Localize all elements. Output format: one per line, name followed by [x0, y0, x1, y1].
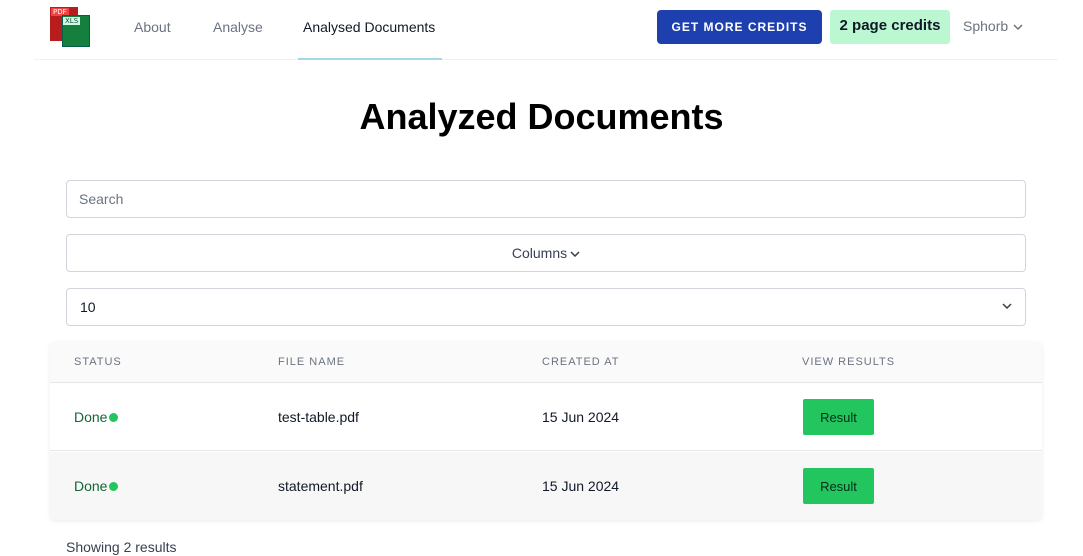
table-row: Done statement.pdf 15 Jun 2024 Result — [50, 452, 1042, 520]
header-created-at[interactable]: CREATED AT — [542, 356, 619, 368]
nav-analyse[interactable]: Analyse — [213, 19, 263, 35]
header-view-results[interactable]: VIEW RESULTS — [802, 356, 895, 368]
header-status[interactable]: STATUS — [74, 356, 122, 368]
page-title: Analyzed Documents — [359, 96, 724, 137]
user-menu[interactable]: Sphorb — [963, 18, 1023, 34]
search-input[interactable] — [66, 180, 1026, 218]
chevron-down-icon — [570, 251, 580, 258]
table-header: STATUS FILE NAME CREATED AT VIEW RESULTS — [50, 342, 1042, 383]
created-at-cell: 15 Jun 2024 — [542, 478, 620, 494]
nav-about[interactable]: About — [134, 19, 171, 35]
status-text: Done — [74, 409, 108, 425]
header-file-name[interactable]: FILE NAME — [278, 356, 345, 368]
app-logo-icon[interactable]: PDF XLS — [50, 7, 92, 49]
user-name: Sphorb — [963, 18, 1009, 34]
columns-dropdown-button[interactable]: Columns — [66, 234, 1026, 272]
credits-badge: 2 page credits — [830, 10, 950, 44]
created-at-cell: 15 Jun 2024 — [542, 409, 620, 425]
results-count: Showing 2 results — [66, 539, 177, 555]
active-nav-indicator — [298, 58, 442, 60]
get-more-credits-button[interactable]: GET MORE CREDITS — [657, 10, 822, 44]
page-size-value: 10 — [80, 299, 96, 315]
file-name-cell: test-table.pdf — [278, 409, 359, 425]
result-button[interactable]: Result — [803, 399, 874, 435]
top-navbar: PDF XLS About Analyse Analysed Documents… — [34, 0, 1058, 60]
table-row: Done test-table.pdf 15 Jun 2024 Result — [50, 383, 1042, 451]
xls-doc-icon: XLS — [62, 15, 90, 47]
status-dot-icon — [109, 481, 119, 491]
chevron-down-icon — [1002, 303, 1012, 309]
status-cell: Done — [74, 478, 119, 494]
xls-tag: XLS — [63, 17, 81, 25]
columns-label: Columns — [511, 245, 568, 261]
page-size-select[interactable]: 10 — [66, 288, 1026, 326]
status-dot-icon — [109, 412, 119, 422]
result-button[interactable]: Result — [803, 468, 874, 504]
status-text: Done — [74, 478, 108, 494]
nav-analysed-documents[interactable]: Analysed Documents — [303, 19, 435, 35]
status-cell: Done — [74, 409, 119, 425]
chevron-down-icon — [1013, 24, 1023, 31]
documents-table: STATUS FILE NAME CREATED AT VIEW RESULTS… — [50, 342, 1042, 520]
file-name-cell: statement.pdf — [278, 478, 363, 494]
